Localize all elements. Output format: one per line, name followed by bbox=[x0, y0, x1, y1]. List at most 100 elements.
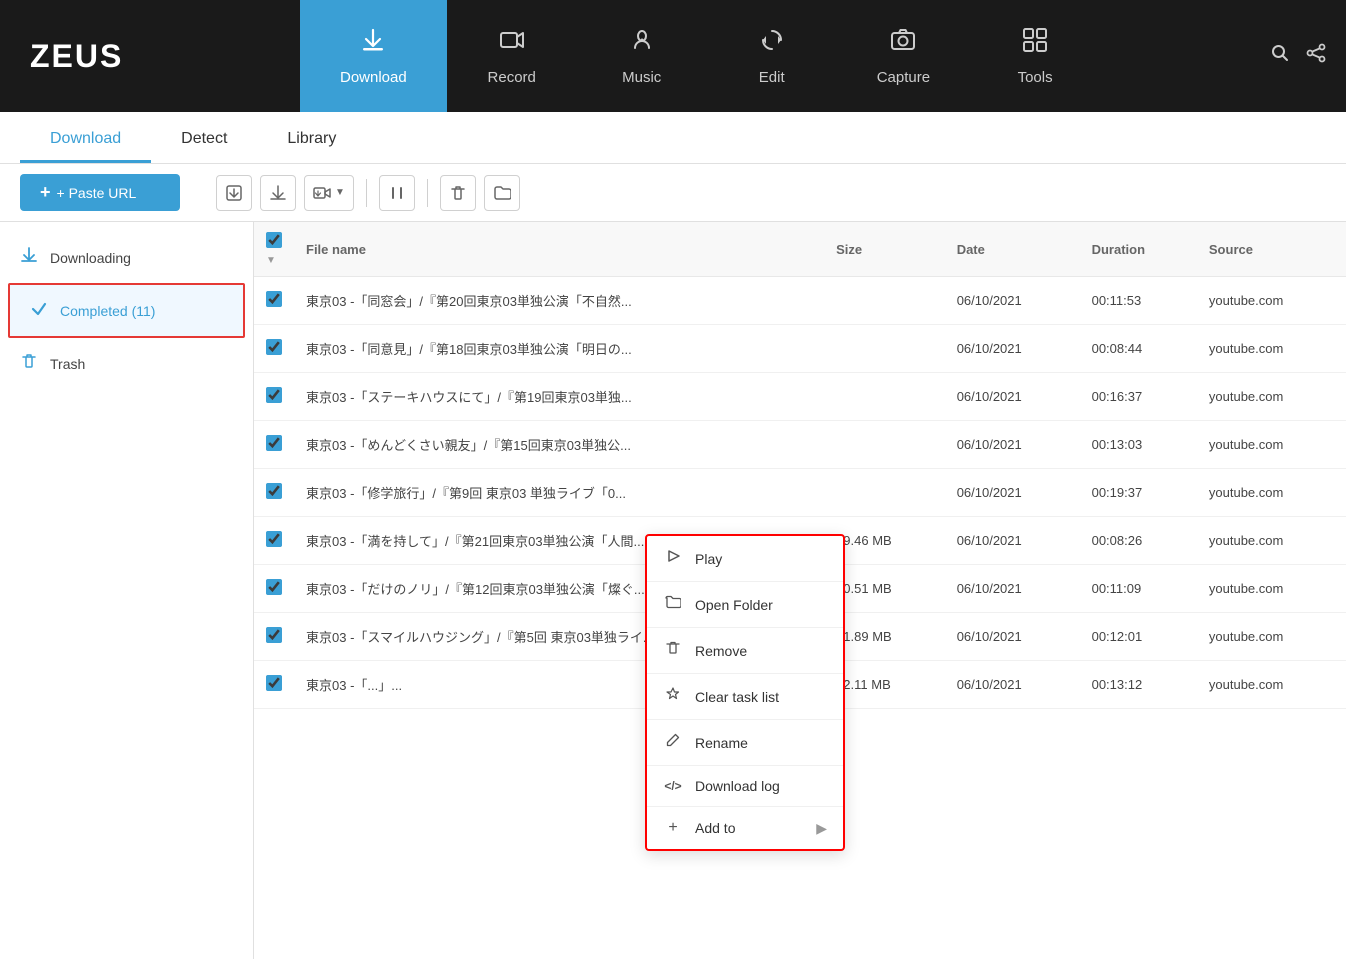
row-5-size bbox=[824, 469, 945, 517]
row-5-date: 06/10/2021 bbox=[945, 469, 1080, 517]
context-play-label: Play bbox=[695, 551, 722, 567]
context-open-folder-label: Open Folder bbox=[695, 597, 773, 613]
row-5-source: youtube.com bbox=[1197, 469, 1346, 517]
search-icon[interactable] bbox=[1270, 43, 1290, 69]
nav-label-music: Music bbox=[622, 69, 661, 86]
row-5-duration: 00:19:37 bbox=[1080, 469, 1197, 517]
nav-item-record[interactable]: Record bbox=[447, 0, 577, 112]
context-rename-label: Rename bbox=[695, 735, 748, 751]
row-3-checkbox[interactable] bbox=[266, 387, 282, 403]
sidebar-item-downloading[interactable]: Downloading bbox=[0, 232, 253, 283]
toolbar-download-to-icon-btn[interactable] bbox=[216, 175, 252, 211]
row-9-date: 06/10/2021 bbox=[945, 661, 1080, 709]
context-add-to-label: Add to bbox=[695, 820, 735, 836]
trash-icon bbox=[20, 352, 38, 375]
nav-item-edit[interactable]: Edit bbox=[707, 0, 837, 112]
row-2-size bbox=[824, 325, 945, 373]
row-1-source: youtube.com bbox=[1197, 277, 1346, 325]
row-3-duration: 00:16:37 bbox=[1080, 373, 1197, 421]
th-size: Size bbox=[824, 222, 945, 277]
row-3-source: youtube.com bbox=[1197, 373, 1346, 421]
sidebar-item-trash[interactable]: Trash bbox=[0, 338, 253, 389]
nav-item-download[interactable]: Download bbox=[300, 0, 447, 112]
sidebar-item-completed[interactable]: Completed (11) bbox=[10, 285, 243, 336]
toolbar-divider-2 bbox=[427, 179, 428, 207]
table-row[interactable]: 東京03 -「めんどくさい親友」/『第15回東京03単独公... 06/10/2… bbox=[254, 421, 1346, 469]
row-7-source: youtube.com bbox=[1197, 565, 1346, 613]
context-menu-open-folder[interactable]: Open Folder bbox=[647, 582, 843, 628]
context-clear-label: Clear task list bbox=[695, 689, 779, 705]
row-5-checkbox[interactable] bbox=[266, 483, 282, 499]
nav-item-tools[interactable]: Tools bbox=[970, 0, 1100, 112]
row-1-date: 06/10/2021 bbox=[945, 277, 1080, 325]
row-6-checkbox[interactable] bbox=[266, 531, 282, 547]
nav-item-music[interactable]: Music bbox=[577, 0, 707, 112]
row-checkbox-cell bbox=[254, 613, 294, 661]
table-row[interactable]: 東京03 -「同意見」/『第18回東京03単独公演「明日の... 06/10/2… bbox=[254, 325, 1346, 373]
select-all-checkbox[interactable] bbox=[266, 232, 282, 248]
rename-icon bbox=[663, 732, 683, 753]
share-icon[interactable] bbox=[1306, 43, 1326, 69]
row-1-checkbox[interactable] bbox=[266, 291, 282, 307]
clear-task-icon bbox=[663, 686, 683, 707]
nav-items: Download Record Music bbox=[300, 0, 1250, 112]
row-checkbox-cell bbox=[254, 277, 294, 325]
sort-arrow: ▼ bbox=[266, 255, 276, 266]
context-menu-add-to[interactable]: + Add to ▶ bbox=[647, 807, 843, 849]
context-menu-clear-task-list[interactable]: Clear task list bbox=[647, 674, 843, 720]
play-icon bbox=[663, 548, 683, 569]
paste-url-button[interactable]: + + Paste URL bbox=[20, 174, 180, 211]
toolbar-download-icon-btn[interactable] bbox=[260, 175, 296, 211]
context-download-log-label: Download log bbox=[695, 778, 780, 794]
nav-label-record: Record bbox=[488, 69, 536, 86]
toolbar: + + Paste URL ▼ bbox=[0, 164, 1346, 222]
row-9-source: youtube.com bbox=[1197, 661, 1346, 709]
tab-download[interactable]: Download bbox=[20, 118, 151, 163]
row-checkbox-cell bbox=[254, 421, 294, 469]
context-menu-download-log[interactable]: </> Download log bbox=[647, 766, 843, 807]
table-row[interactable]: 東京03 -「修学旅行」/『第9回 東京03 単独ライブ「0... 06/10/… bbox=[254, 469, 1346, 517]
nav-item-capture[interactable]: Capture bbox=[837, 0, 970, 112]
top-right-area bbox=[1250, 0, 1346, 112]
row-9-checkbox[interactable] bbox=[266, 675, 282, 691]
row-4-checkbox[interactable] bbox=[266, 435, 282, 451]
row-4-filename: 東京03 -「めんどくさい親友」/『第15回東京03単独公... bbox=[294, 421, 824, 469]
toolbar-arrow-icon: ▼ bbox=[335, 187, 345, 198]
table-row[interactable]: 東京03 -「ステーキハウスにて」/『第19回東京03単独... 06/10/2… bbox=[254, 373, 1346, 421]
table-row[interactable]: 東京03 -「同窓会」/『第20回東京03単独公演「不自然... 06/10/2… bbox=[254, 277, 1346, 325]
sidebar: Downloading Completed (11) Trash bbox=[0, 222, 254, 959]
sidebar-label-trash: Trash bbox=[50, 356, 85, 372]
tab-library[interactable]: Library bbox=[257, 118, 366, 163]
toolbar-delete-btn[interactable] bbox=[440, 175, 476, 211]
row-8-checkbox[interactable] bbox=[266, 627, 282, 643]
row-checkbox-cell bbox=[254, 517, 294, 565]
toolbar-pause-btn[interactable] bbox=[379, 175, 415, 211]
context-menu-play[interactable]: Play bbox=[647, 536, 843, 582]
edit-nav-icon bbox=[758, 26, 786, 61]
capture-nav-icon bbox=[889, 26, 917, 61]
nav-label-download: Download bbox=[340, 69, 407, 86]
th-source: Source bbox=[1197, 222, 1346, 277]
toolbar-folder-btn[interactable] bbox=[484, 175, 520, 211]
context-menu-rename[interactable]: Rename bbox=[647, 720, 843, 766]
nav-label-tools: Tools bbox=[1018, 69, 1053, 86]
completed-icon bbox=[30, 299, 48, 322]
open-folder-icon bbox=[663, 594, 683, 615]
music-nav-icon bbox=[628, 26, 656, 61]
row-checkbox-cell bbox=[254, 373, 294, 421]
th-duration: Duration bbox=[1080, 222, 1197, 277]
toolbar-video-download-btn[interactable]: ▼ bbox=[304, 175, 354, 211]
add-to-arrow-icon: ▶ bbox=[816, 820, 827, 837]
tab-detect[interactable]: Detect bbox=[151, 118, 257, 163]
row-7-duration: 00:11:09 bbox=[1080, 565, 1197, 613]
row-2-filename: 東京03 -「同意見」/『第18回東京03単独公演「明日の... bbox=[294, 325, 824, 373]
row-7-checkbox[interactable] bbox=[266, 579, 282, 595]
context-menu-remove[interactable]: Remove bbox=[647, 628, 843, 674]
row-2-checkbox[interactable] bbox=[266, 339, 282, 355]
toolbar-divider-1 bbox=[366, 179, 367, 207]
download-log-icon: </> bbox=[663, 779, 683, 793]
th-filename: File name bbox=[294, 222, 824, 277]
row-4-duration: 00:13:03 bbox=[1080, 421, 1197, 469]
row-1-filename: 東京03 -「同窓会」/『第20回東京03単独公演「不自然... bbox=[294, 277, 824, 325]
sub-tabs: Download Detect Library bbox=[0, 112, 1346, 164]
